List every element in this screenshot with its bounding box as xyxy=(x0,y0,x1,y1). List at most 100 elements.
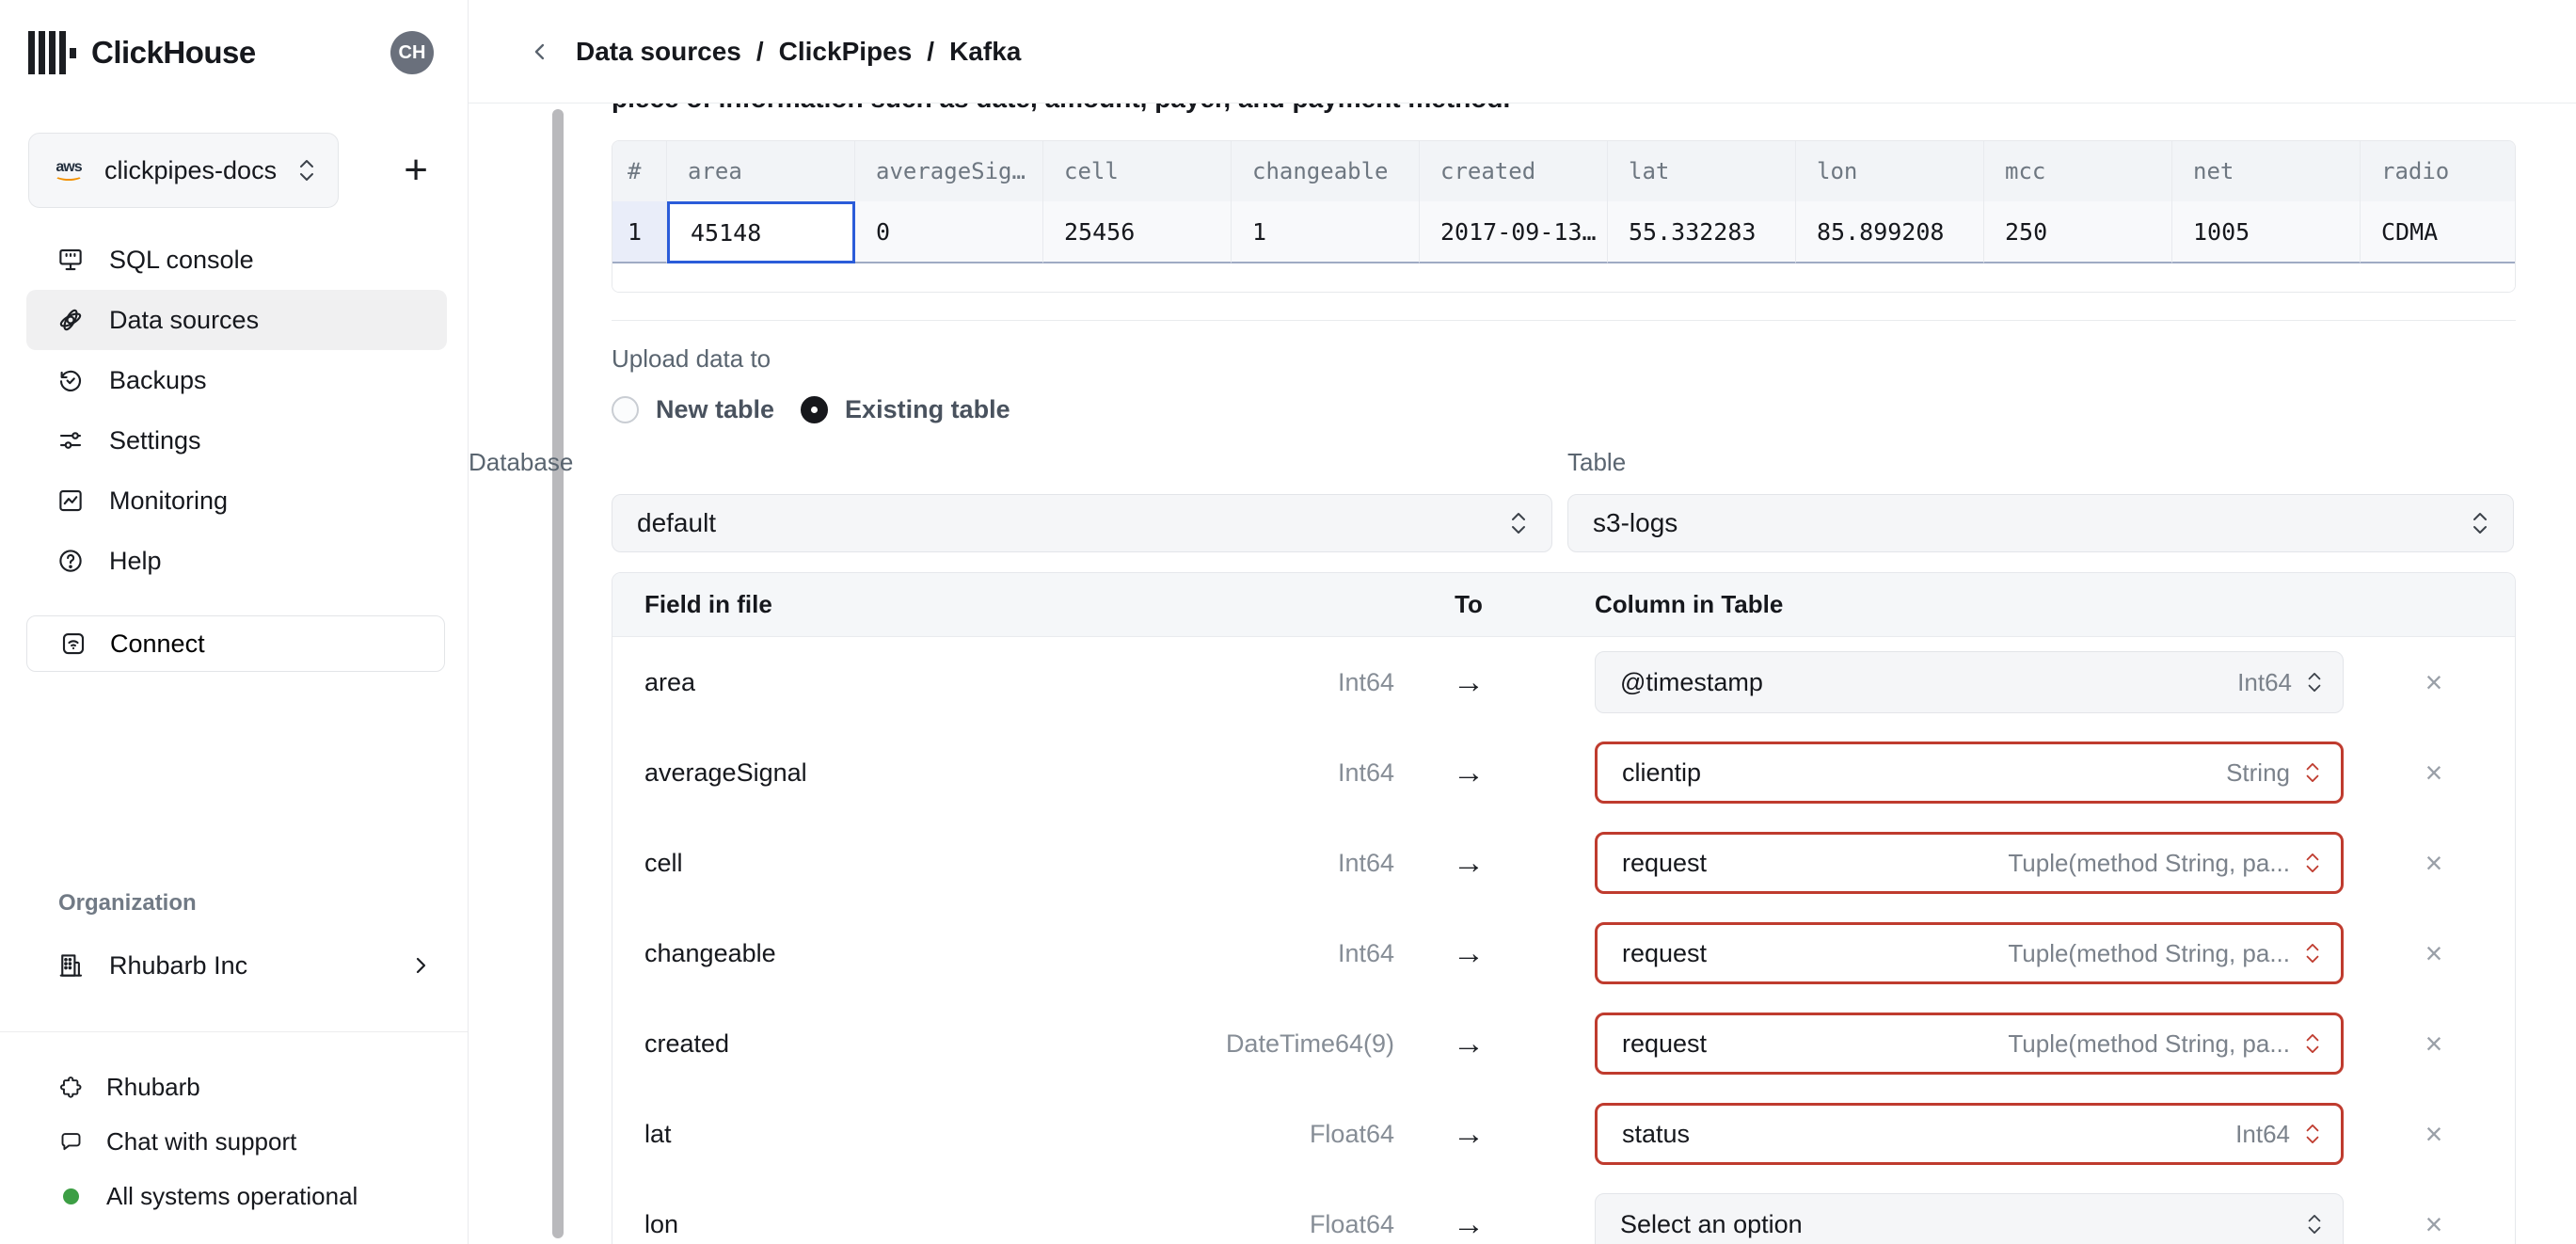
table-value: s3-logs xyxy=(1593,508,1678,537)
remove-mapping-button[interactable]: × xyxy=(2408,998,2460,1089)
field-name: lon xyxy=(644,1209,679,1238)
mapping-row-area: area Int64 → @timestamp Int64 × xyxy=(612,637,2515,727)
chevron-right-icon xyxy=(416,957,426,974)
sidebar: ClickHouse CH aws clickpipes-docs + SQL … xyxy=(0,0,469,1244)
upload-target-radio-group: New table Existing table xyxy=(612,395,2516,424)
chevron-updown-icon xyxy=(2306,1124,2319,1144)
column-value: request xyxy=(1622,848,1708,877)
table-select[interactable]: s3-logs xyxy=(1567,494,2514,552)
sidebar-divider xyxy=(0,1031,468,1032)
remove-mapping-button[interactable]: × xyxy=(2408,637,2460,727)
radio-new-table[interactable]: New table xyxy=(612,395,774,424)
cell[interactable]: 250 xyxy=(1984,201,2172,263)
status-ok-dot-icon xyxy=(63,1188,79,1204)
cell[interactable]: 25456 xyxy=(1043,201,1232,263)
field-name: averageSignal xyxy=(644,758,807,787)
radio-unselected-icon[interactable] xyxy=(612,396,639,423)
cell[interactable]: 2017-09-13… xyxy=(1420,201,1608,263)
connect-button[interactable]: Connect xyxy=(26,615,445,672)
breadcrumb: Data sources / ClickPipes / Kafka xyxy=(576,37,1021,67)
service-row: aws clickpipes-docs + xyxy=(28,133,434,208)
intro-text: piece of information such as date, amoun… xyxy=(612,104,2516,119)
footer-item-system-status[interactable]: All systems operational xyxy=(26,1169,445,1223)
field-type: Float64 xyxy=(1309,1209,1394,1238)
settings-icon xyxy=(59,432,82,449)
column-select-error[interactable]: status Int64 xyxy=(1595,1103,2344,1165)
database-select[interactable]: default xyxy=(612,494,1552,552)
horizontal-scroll-strip[interactable] xyxy=(612,263,2515,292)
footer-label: Chat with support xyxy=(106,1126,297,1156)
sidebar-item-help[interactable]: Help xyxy=(26,531,447,591)
cell[interactable]: 55.332283 xyxy=(1608,201,1796,263)
radio-selected-icon[interactable] xyxy=(801,396,829,423)
arrow-right-icon: → xyxy=(1453,754,1485,790)
cell[interactable]: 0 xyxy=(855,201,1043,263)
field-mapping-table: Field in file To Column in Table area In… xyxy=(612,572,2516,1244)
scroll-area: piece of information such as date, amoun… xyxy=(469,104,2576,1244)
column-type: Int64 xyxy=(2237,667,2292,696)
radio-existing-table[interactable]: Existing table xyxy=(801,395,1010,424)
column-type: Tuple(method String, pa... xyxy=(2008,1029,2290,1058)
column-select-error[interactable]: request Tuple(method String, pa... xyxy=(1595,922,2344,984)
chevron-updown-icon xyxy=(2306,763,2319,782)
column-select-placeholder[interactable]: Select an option xyxy=(1595,1193,2344,1244)
column-select-error[interactable]: request Tuple(method String, pa... xyxy=(1595,832,2344,894)
cell[interactable]: CDMA xyxy=(2361,201,2515,263)
mapping-header-row: Field in file To Column in Table xyxy=(612,573,2515,637)
service-selector[interactable]: aws clickpipes-docs xyxy=(28,133,339,208)
back-button[interactable] xyxy=(527,39,553,65)
column-placeholder: Select an option xyxy=(1620,1209,1803,1238)
remove-mapping-button[interactable]: × xyxy=(2408,908,2460,998)
sidebar-item-backups[interactable]: Backups xyxy=(26,350,447,410)
nav-label: Settings xyxy=(109,425,201,455)
column-select-error[interactable]: request Tuple(method String, pa... xyxy=(1595,1013,2344,1075)
mapping-row-lat: lat Float64 → status Int64 × xyxy=(612,1089,2515,1179)
table-label: Table xyxy=(1567,448,1627,476)
breadcrumb-clickpipes[interactable]: ClickPipes xyxy=(779,37,913,67)
remove-mapping-button[interactable]: × xyxy=(2408,818,2460,908)
breadcrumb-separator: / xyxy=(927,36,935,66)
cell[interactable]: 85.899208 xyxy=(1796,201,1984,263)
pickers-row: default s3-logs xyxy=(612,494,2516,552)
sidebar-item-settings[interactable]: Settings xyxy=(26,410,447,470)
column-value: request xyxy=(1622,938,1708,967)
section-divider xyxy=(612,320,2516,321)
data-sources-icon xyxy=(59,309,82,331)
arrow-right-icon: → xyxy=(1453,1115,1485,1152)
sidebar-item-sql-console[interactable]: SQL console xyxy=(26,230,447,290)
footer-label: Rhubarb xyxy=(106,1072,200,1101)
breadcrumb-kafka: Kafka xyxy=(949,36,1022,66)
chat-icon xyxy=(61,1132,81,1150)
remove-mapping-button[interactable]: × xyxy=(2408,1089,2460,1179)
vertical-scrollbar[interactable] xyxy=(552,109,564,1238)
logo-text: ClickHouse xyxy=(91,35,256,70)
chevron-updown-icon xyxy=(2306,1034,2319,1054)
column-type: Tuple(method String, pa... xyxy=(2008,938,2290,967)
mapping-header-column: Column in Table xyxy=(1595,590,1784,618)
chevron-updown-icon xyxy=(2473,513,2487,534)
help-icon xyxy=(59,550,82,572)
remove-mapping-button[interactable]: × xyxy=(2408,727,2460,818)
nav-label: Backups xyxy=(109,365,207,394)
field-name: area xyxy=(644,667,696,696)
nav-label: Data sources xyxy=(109,305,260,334)
chevron-updown-icon xyxy=(2306,944,2319,963)
organization-row[interactable]: Rhubarb Inc xyxy=(26,937,445,994)
cell-area-selected[interactable]: 45148 xyxy=(667,201,855,263)
footer-item-chat-support[interactable]: Chat with support xyxy=(26,1114,445,1169)
column-select-error[interactable]: clientip String xyxy=(1595,742,2344,804)
chevron-updown-icon xyxy=(2308,673,2321,692)
sidebar-item-monitoring[interactable]: Monitoring xyxy=(26,470,447,531)
avatar[interactable]: CH xyxy=(390,31,434,74)
arrow-right-icon: → xyxy=(1453,844,1485,881)
column-value: request xyxy=(1622,1029,1708,1058)
breadcrumb-data-sources[interactable]: Data sources xyxy=(576,37,741,67)
footer-item-rhubarb[interactable]: Rhubarb xyxy=(26,1060,445,1114)
arrow-right-icon: → xyxy=(1453,1025,1485,1061)
add-service-button[interactable]: + xyxy=(398,150,434,191)
sidebar-item-data-sources[interactable]: Data sources xyxy=(26,290,447,350)
cell[interactable]: 1 xyxy=(1232,201,1420,263)
remove-mapping-button[interactable]: × xyxy=(2408,1179,2460,1244)
column-select[interactable]: @timestamp Int64 xyxy=(1595,651,2344,713)
cell[interactable]: 1005 xyxy=(2172,201,2361,263)
